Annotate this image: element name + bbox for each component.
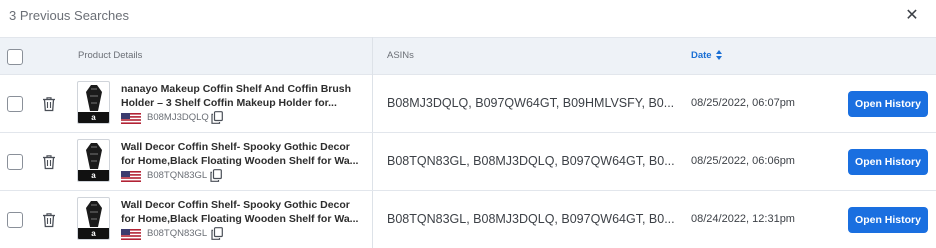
- product-thumbnail: a: [77, 81, 110, 124]
- table-header: Product Details ASINs Date: [0, 37, 936, 75]
- row-checkbox[interactable]: [7, 212, 23, 228]
- table-row: a Wall Decor Coffin Shelf- Spooky Gothic…: [0, 191, 936, 248]
- open-history-button[interactable]: Open History: [848, 207, 928, 233]
- row-checkbox[interactable]: [7, 96, 23, 112]
- product-title[interactable]: nanayo Makeup Coffin Shelf And Coffin Br…: [121, 82, 366, 111]
- column-header-product: Product Details: [78, 50, 143, 61]
- modal-header: 3 Previous Searches ✕: [0, 0, 936, 37]
- coffin-shelf-image: [86, 85, 102, 111]
- coffin-shelf-image: [86, 201, 102, 227]
- search-date: 08/25/2022, 06:06pm: [691, 155, 795, 167]
- product-title[interactable]: Wall Decor Coffin Shelf- Spooky Gothic D…: [121, 140, 366, 169]
- product-asin: B08TQN83GL: [147, 228, 208, 239]
- column-header-asins: ASINs: [387, 50, 414, 61]
- trash-icon[interactable]: [42, 96, 56, 112]
- sort-icon[interactable]: [715, 49, 723, 61]
- amazon-badge: a: [78, 170, 109, 181]
- previous-searches-title: 3 Previous Searches: [9, 8, 129, 23]
- trash-icon[interactable]: [42, 212, 56, 228]
- product-thumbnail: a: [77, 197, 110, 240]
- select-all-checkbox[interactable]: [7, 49, 23, 65]
- us-flag-icon: [121, 171, 141, 182]
- copy-icon[interactable]: [211, 111, 223, 124]
- amazon-badge: a: [78, 112, 109, 123]
- product-asin: B08MJ3DQLQ: [147, 112, 209, 123]
- trash-icon[interactable]: [42, 154, 56, 170]
- searches-table: Product Details ASINs Date a nanayo Make…: [0, 37, 936, 248]
- asins-list: B08MJ3DQLQ, B097QW64GT, B09HMLVSFY, B0..…: [387, 96, 675, 110]
- table-row: a Wall Decor Coffin Shelf- Spooky Gothic…: [0, 133, 936, 191]
- us-flag-icon: [121, 229, 141, 240]
- amazon-badge: a: [78, 228, 109, 239]
- asins-list: B08TQN83GL, B08MJ3DQLQ, B097QW64GT, B0..…: [387, 154, 675, 168]
- coffin-shelf-image: [86, 143, 102, 169]
- copy-icon[interactable]: [211, 227, 223, 240]
- open-history-button[interactable]: Open History: [848, 149, 928, 175]
- search-date: 08/24/2022, 12:31pm: [691, 213, 795, 225]
- product-asin: B08TQN83GL: [147, 170, 208, 181]
- row-checkbox[interactable]: [7, 154, 23, 170]
- copy-icon[interactable]: [210, 169, 222, 182]
- close-icon[interactable]: ✕: [902, 6, 922, 26]
- us-flag-icon: [121, 113, 141, 124]
- table-row: a nanayo Makeup Coffin Shelf And Coffin …: [0, 75, 936, 133]
- column-header-date[interactable]: Date: [691, 50, 712, 61]
- open-history-button[interactable]: Open History: [848, 91, 928, 117]
- asins-list: B08TQN83GL, B08MJ3DQLQ, B097QW64GT, B0..…: [387, 212, 675, 226]
- search-date: 08/25/2022, 06:07pm: [691, 97, 795, 109]
- product-thumbnail: a: [77, 139, 110, 182]
- product-title[interactable]: Wall Decor Coffin Shelf- Spooky Gothic D…: [121, 198, 366, 227]
